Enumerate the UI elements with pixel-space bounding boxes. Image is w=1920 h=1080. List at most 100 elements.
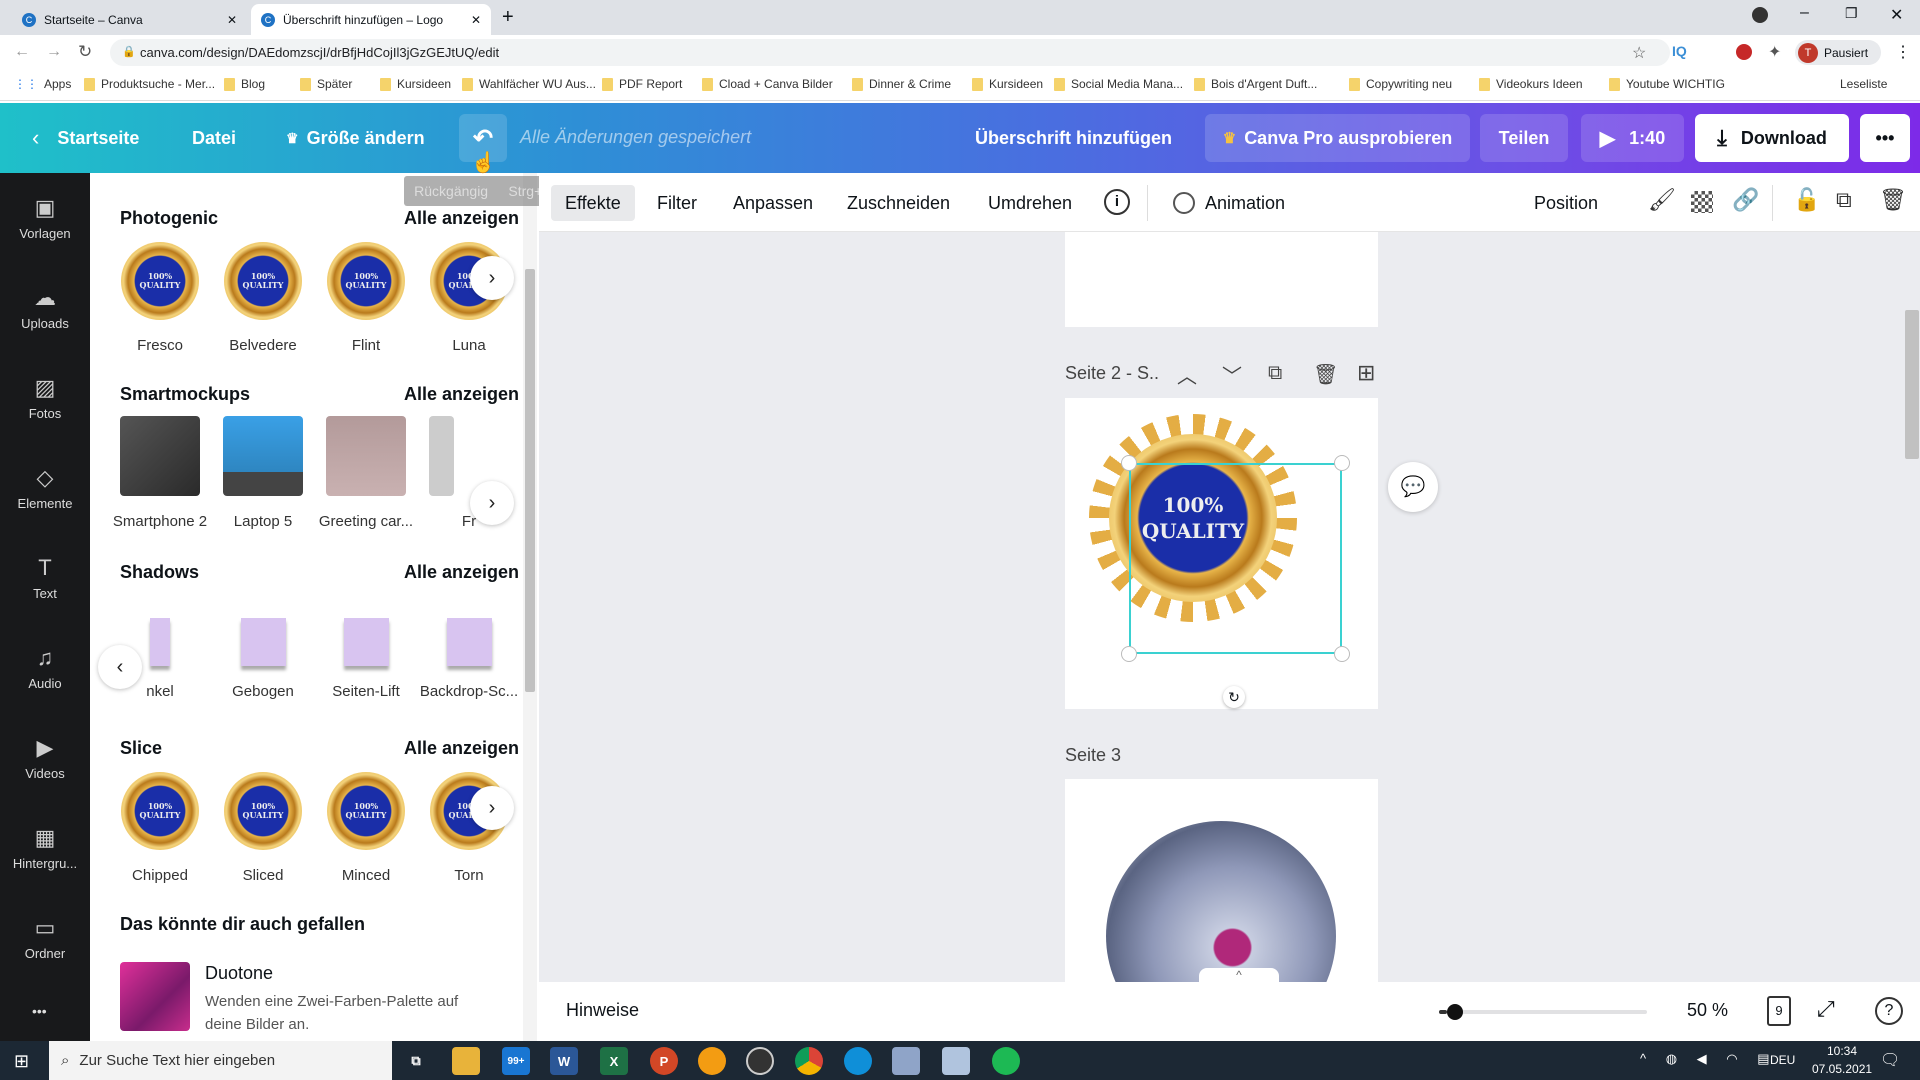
sidebar-item-videos[interactable]: ▶ Videos (0, 718, 90, 798)
toolbar-crop[interactable]: Zuschneiden (833, 185, 964, 221)
language-indicator[interactable]: DEU (1770, 1053, 1795, 1067)
info-icon[interactable]: i (1104, 189, 1130, 215)
toolbar-adjust[interactable]: Anpassen (719, 185, 827, 221)
download-button[interactable]: ⤓ Download (1695, 114, 1849, 162)
sidebar-item-elemente[interactable]: ◇ Elemente (0, 448, 90, 528)
chevron-up-icon[interactable]: ︿ (1177, 360, 1197, 389)
star-icon[interactable]: ☆ (1632, 43, 1646, 63)
help-icon[interactable]: ? (1875, 997, 1903, 1025)
reading-list-button[interactable]: Leseliste (1840, 77, 1887, 91)
bookmark-item[interactable]: ⋮⋮ Apps (14, 77, 71, 91)
page-2-label[interactable]: Seite 2 - S.. (1065, 363, 1159, 384)
bookmark-item[interactable]: Cload + Canva Bilder (702, 77, 833, 91)
shadow-thumbnail[interactable] (447, 618, 492, 666)
add-page-icon[interactable]: ⊞ (1357, 360, 1375, 386)
present-button[interactable]: ▶ 1:40 (1581, 114, 1684, 162)
bookmark-item[interactable]: Dinner & Crime (852, 77, 951, 91)
panel-scroll-thumb[interactable] (525, 269, 535, 692)
design-title[interactable]: Überschrift hinzufügen (966, 114, 1181, 162)
taskbar-search-input[interactable]: ⌕ Zur Suche Text hier eingeben (49, 1041, 392, 1080)
sidebar-item-fotos[interactable]: ▨ Fotos (0, 358, 90, 438)
sidebar-item-text[interactable]: T Text (0, 538, 90, 618)
resize-handle[interactable] (1121, 455, 1137, 471)
sidebar-item-vorlagen[interactable]: ▣ Vorlagen (0, 178, 90, 258)
spotify-icon[interactable] (992, 1047, 1020, 1075)
see-all-link[interactable]: Alle anzeigen (404, 562, 519, 583)
see-all-link[interactable]: Alle anzeigen (404, 738, 519, 759)
browser-tab-active[interactable]: C Überschrift hinzufügen – Logo ✕ (251, 4, 491, 35)
bookmark-item[interactable]: Später (300, 77, 352, 91)
profile-button[interactable]: T Pausiert (1795, 40, 1881, 65)
duplicate-icon[interactable]: ⧉ (1836, 187, 1852, 213)
clock-date[interactable]: 07.05.2021 (1812, 1062, 1872, 1076)
effect-label[interactable]: Chipped (110, 867, 210, 884)
sidebar-item-ordner[interactable]: ▭ Ordner (0, 898, 90, 978)
sidebar-item-hintergru[interactable]: ▦ Hintergru... (0, 808, 90, 888)
chrome-icon[interactable] (795, 1047, 823, 1075)
effect-label[interactable]: Backdrop-Sc... (419, 683, 519, 700)
more-options-button[interactable]: ••• (1860, 114, 1910, 162)
bookmark-item[interactable]: Social Media Mana... (1054, 77, 1183, 91)
app-icon[interactable] (892, 1047, 920, 1075)
bookmark-item[interactable]: Videokurs Ideen (1479, 77, 1583, 91)
effect-thumbnail[interactable]: 100% QUALITY (327, 242, 405, 320)
restore-icon[interactable]: ❐ (1845, 5, 1858, 22)
duplicate-page-icon[interactable]: ⧉ (1268, 362, 1282, 385)
bookmark-item[interactable]: Kursideen (380, 77, 451, 91)
effect-label[interactable]: Fresco (110, 337, 210, 354)
lock-icon[interactable]: 🔓 (1793, 187, 1820, 213)
effect-thumbnail[interactable]: 100% QUALITY (121, 772, 199, 850)
trash-icon[interactable]: 🗑 (1879, 187, 1907, 213)
canvas-scroll-thumb[interactable] (1905, 310, 1919, 459)
mockup-thumbnail[interactable] (429, 416, 454, 496)
notepad-icon[interactable] (942, 1047, 970, 1075)
edge-icon[interactable] (844, 1047, 872, 1075)
url-input[interactable]: canva.com/design/DAEdomzscjI/drBfjHdCojI… (110, 39, 1670, 66)
bookmark-item[interactable]: PDF Report (602, 77, 682, 91)
effect-label[interactable]: Torn (419, 867, 519, 884)
shadow-thumbnail[interactable] (344, 618, 389, 666)
resize-handle[interactable] (1121, 646, 1137, 662)
effect-label[interactable]: Sliced (213, 867, 313, 884)
resize-handle[interactable] (1334, 455, 1350, 471)
transparency-icon[interactable] (1691, 191, 1713, 213)
selection-box[interactable] (1129, 463, 1342, 654)
mockup-thumbnail[interactable] (120, 416, 200, 496)
effect-label[interactable]: Minced (316, 867, 416, 884)
toolbar-animation[interactable]: Animation (1159, 185, 1299, 221)
effect-thumbnail[interactable]: 100% QUALITY (224, 242, 302, 320)
toolbar-effects[interactable]: Effekte (551, 185, 635, 221)
effect-label[interactable]: Belvedere (213, 337, 313, 354)
see-all-link[interactable]: Alle anzeigen (404, 208, 519, 229)
notes-button[interactable]: Hinweise (566, 1000, 639, 1021)
effect-thumbnail[interactable]: 100% QUALITY (327, 772, 405, 850)
page-grid-button[interactable]: 9 (1767, 996, 1791, 1026)
resize-button[interactable]: ♛ Größe ändern (276, 114, 435, 162)
bookmark-item[interactable]: Copywriting neu (1349, 77, 1452, 91)
sidebar-item-audio[interactable]: ♫ Audio (0, 628, 90, 708)
try-pro-button[interactable]: ♛ Canva Pro ausprobieren (1205, 114, 1470, 162)
winter-photo[interactable] (1106, 821, 1336, 982)
zoom-level[interactable]: 50 % (1687, 1000, 1728, 1021)
effect-thumbnail[interactable]: 100% QUALITY (224, 772, 302, 850)
adblock-icon[interactable] (1736, 44, 1752, 60)
file-menu-button[interactable]: Datei (180, 114, 248, 162)
back-icon[interactable]: ← (14, 43, 30, 61)
panel-scrollbar[interactable] (523, 173, 537, 1041)
duotone-title[interactable]: Duotone (205, 963, 273, 984)
share-button[interactable]: Teilen (1480, 114, 1568, 162)
toolbar-filter[interactable]: Filter (643, 185, 711, 221)
scroll-left-button[interactable]: ‹ (98, 645, 142, 689)
close-tab-icon[interactable]: ✕ (227, 13, 237, 27)
file-explorer-icon[interactable] (452, 1047, 480, 1075)
bookmark-item[interactable]: Blog (224, 77, 265, 91)
home-button[interactable]: ‹ Startseite (24, 114, 147, 162)
tab-search-icon[interactable] (1752, 7, 1768, 23)
toolbar-position[interactable]: Position (1520, 185, 1612, 221)
minimize-icon[interactable]: – (1800, 4, 1809, 22)
extensions-puzzle-icon[interactable]: ✦ (1768, 42, 1781, 62)
effect-label[interactable]: Seiten-Lift (316, 683, 416, 700)
bookmark-item[interactable]: Wahlfächer WU Aus... (462, 77, 596, 91)
app-icon[interactable] (698, 1047, 726, 1075)
mockup-thumbnail[interactable] (223, 416, 303, 496)
